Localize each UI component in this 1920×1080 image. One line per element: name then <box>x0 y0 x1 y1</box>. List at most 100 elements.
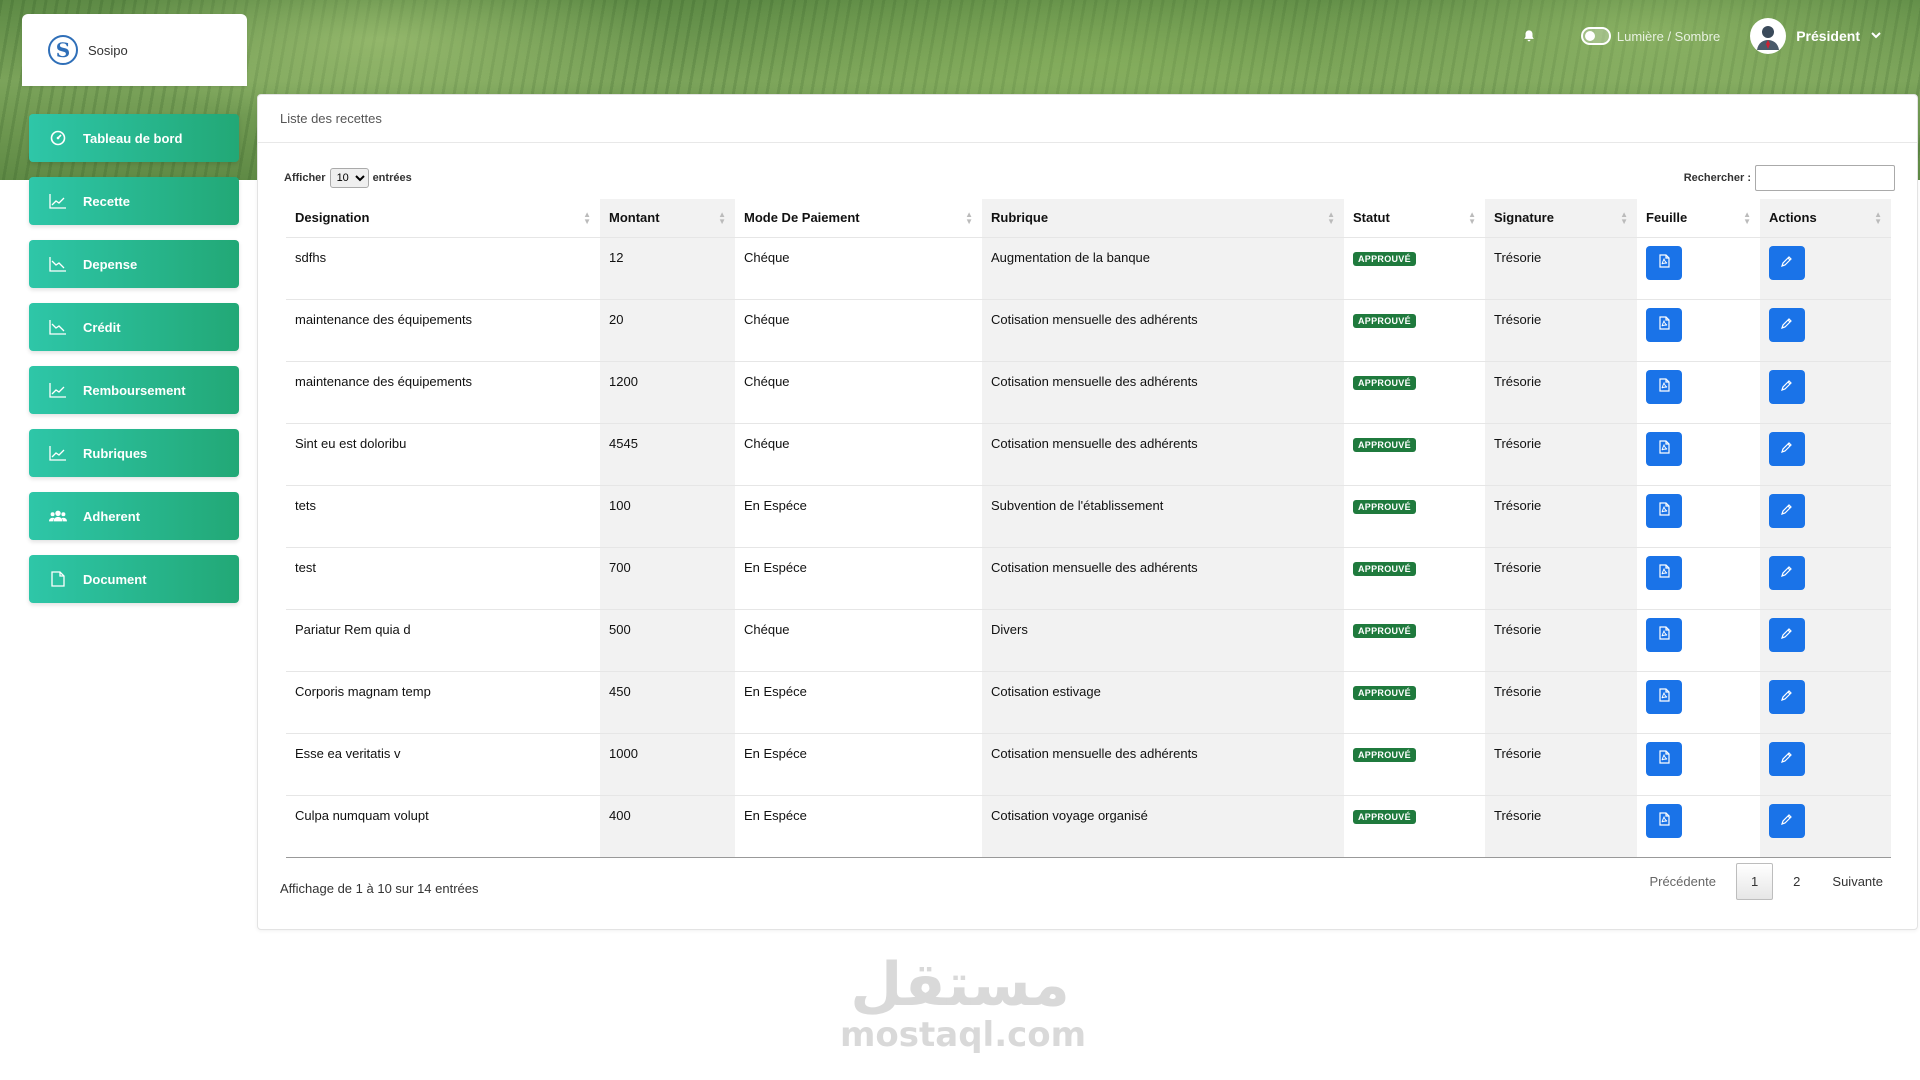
sidebar-item-tableau-de-bord[interactable]: Tableau de bord <box>29 114 239 162</box>
column-header: Statut <box>1353 210 1390 226</box>
pdf-button[interactable] <box>1646 555 1682 590</box>
cell-text: 4545 <box>609 435 638 451</box>
cell-actions <box>1760 422 1891 485</box>
prev-page-button[interactable]: Précédente <box>1637 864 1728 899</box>
pdf-button[interactable] <box>1646 617 1682 652</box>
edit-button[interactable] <box>1769 679 1805 714</box>
cell-signature: Trésorie <box>1485 422 1637 485</box>
cell-designation: maintenance des équipements <box>286 298 600 361</box>
user-menu[interactable]: Président <box>1750 18 1882 54</box>
cell-designation: sdfhs <box>286 236 600 299</box>
pdf-button[interactable] <box>1646 307 1682 342</box>
col-rubrique[interactable]: Rubrique ▲ ▼ <box>982 199 1344 237</box>
table-row: maintenance des équipements 1200 Chéque Cot… <box>286 360 1891 423</box>
pdf-button[interactable] <box>1646 493 1682 528</box>
edit-button[interactable] <box>1769 803 1805 838</box>
edit-pencil-icon <box>1780 750 1794 767</box>
search-input[interactable] <box>1755 165 1895 191</box>
cell-designation: tets <box>286 484 600 547</box>
chevron-down-icon <box>1870 29 1882 44</box>
sidebar-item-label: Recette <box>83 193 130 209</box>
status-badge: APPROUVÉ <box>1353 623 1416 638</box>
theme-toggle[interactable]: Lumière / Sombre <box>1580 27 1720 45</box>
cell-rubrique: Cotisation estivage <box>982 670 1344 733</box>
sidebar-item-remboursement[interactable]: Remboursement <box>29 366 239 414</box>
document-icon <box>49 570 67 588</box>
pdf-file-icon <box>1657 378 1671 395</box>
pdf-button[interactable] <box>1646 431 1682 466</box>
col-designation[interactable]: Designation ▲ ▼ <box>286 199 600 237</box>
sidebar-item-rubriques[interactable]: Rubriques <box>29 429 239 477</box>
cell-text: 12 <box>609 249 624 265</box>
table-body: sdfhs 12 Chéque Augmentation de la banque AP… <box>286 236 1891 858</box>
cell-designation: maintenance des équipements <box>286 360 600 423</box>
edit-button[interactable] <box>1769 555 1805 590</box>
page-button-2[interactable]: 2 <box>1781 864 1812 899</box>
edit-button[interactable] <box>1769 493 1805 528</box>
users-icon <box>49 507 67 525</box>
page-button-1[interactable]: 1 <box>1735 863 1774 900</box>
chart-up-icon <box>49 192 67 210</box>
cell-mode: Chéque <box>735 608 982 671</box>
edit-pencil-icon <box>1780 626 1794 643</box>
topbar: Lumière / Sombre Président <box>1519 18 1882 54</box>
sidebar-item-depense[interactable]: Depense <box>29 240 239 288</box>
status-badge: APPROUVÉ <box>1353 313 1416 328</box>
cell-signature: Trésorie <box>1485 360 1637 423</box>
col-feuille[interactable]: Feuille ▲ ▼ <box>1637 199 1760 237</box>
cell-actions <box>1760 360 1891 423</box>
status-badge: APPROUVÉ <box>1353 375 1416 390</box>
status-badge: APPROUVÉ <box>1353 747 1416 762</box>
sidebar-item-recette[interactable]: Recette <box>29 177 239 225</box>
pdf-button[interactable] <box>1646 245 1682 280</box>
edit-button[interactable] <box>1769 741 1805 776</box>
theme-switch[interactable] <box>1580 27 1611 45</box>
cell-text: Trésorie <box>1494 621 1542 637</box>
pdf-button[interactable] <box>1646 369 1682 404</box>
edit-button[interactable] <box>1769 617 1805 652</box>
cell-statut: APPROUVÉ <box>1344 360 1485 423</box>
next-page-button[interactable]: Suivante <box>1820 864 1895 899</box>
cell-feuille <box>1637 608 1760 671</box>
edit-button[interactable] <box>1769 307 1805 342</box>
cell-text: Cotisation estivage <box>991 683 1101 699</box>
cell-text: Corporis magnam temp <box>295 683 431 699</box>
table-row: Corporis magnam temp 450 En Espéce Cotisati… <box>286 670 1891 733</box>
brand[interactable]: S Sosipo <box>22 14 247 86</box>
cell-montant: 500 <box>600 608 735 671</box>
sidebar-item-document[interactable]: Document <box>29 555 239 603</box>
bell-icon[interactable] <box>1519 26 1539 46</box>
cell-text: En Espéce <box>744 745 807 761</box>
edit-button[interactable] <box>1769 431 1805 466</box>
cell-montant: 20 <box>600 298 735 361</box>
edit-button[interactable] <box>1769 369 1805 404</box>
card-title: Liste des recettes <box>258 95 1917 143</box>
col-signature[interactable]: Signature ▲ ▼ <box>1485 199 1637 237</box>
cell-statut: APPROUVÉ <box>1344 484 1485 547</box>
column-header: Signature <box>1494 210 1554 226</box>
col-montant[interactable]: Montant ▲ ▼ <box>600 199 735 237</box>
cell-mode: En Espéce <box>735 546 982 609</box>
edit-button[interactable] <box>1769 245 1805 280</box>
sidebar-item-label: Rubriques <box>83 445 148 461</box>
page-length-select[interactable]: 10 <box>329 168 369 188</box>
brand-logo: S <box>48 35 78 65</box>
edit-pencil-icon <box>1780 378 1794 395</box>
recettes-table: Designation ▲ ▼ Montant ▲ ▼ Mode De Paiement… <box>286 199 1891 858</box>
cell-montant: 700 <box>600 546 735 609</box>
pdf-button[interactable] <box>1646 803 1682 838</box>
col-mode-paiement[interactable]: Mode De Paiement ▲ ▼ <box>735 199 982 237</box>
cell-statut: APPROUVÉ <box>1344 236 1485 299</box>
edit-pencil-icon <box>1780 440 1794 457</box>
table-controls: Afficher 10 entrées Rechercher : <box>284 165 1895 191</box>
pdf-button[interactable] <box>1646 741 1682 776</box>
cell-mode: Chéque <box>735 422 982 485</box>
col-actions[interactable]: Actions ▲ ▼ <box>1760 199 1891 237</box>
cell-text: Pariatur Rem quia d <box>295 621 411 637</box>
cell-mode: Chéque <box>735 360 982 423</box>
sidebar-item-credit[interactable]: Crédit <box>29 303 239 351</box>
sidebar-item-adherent[interactable]: Adherent <box>29 492 239 540</box>
pdf-button[interactable] <box>1646 679 1682 714</box>
col-statut[interactable]: Statut ▲ ▼ <box>1344 199 1485 237</box>
edit-pencil-icon <box>1780 316 1794 333</box>
